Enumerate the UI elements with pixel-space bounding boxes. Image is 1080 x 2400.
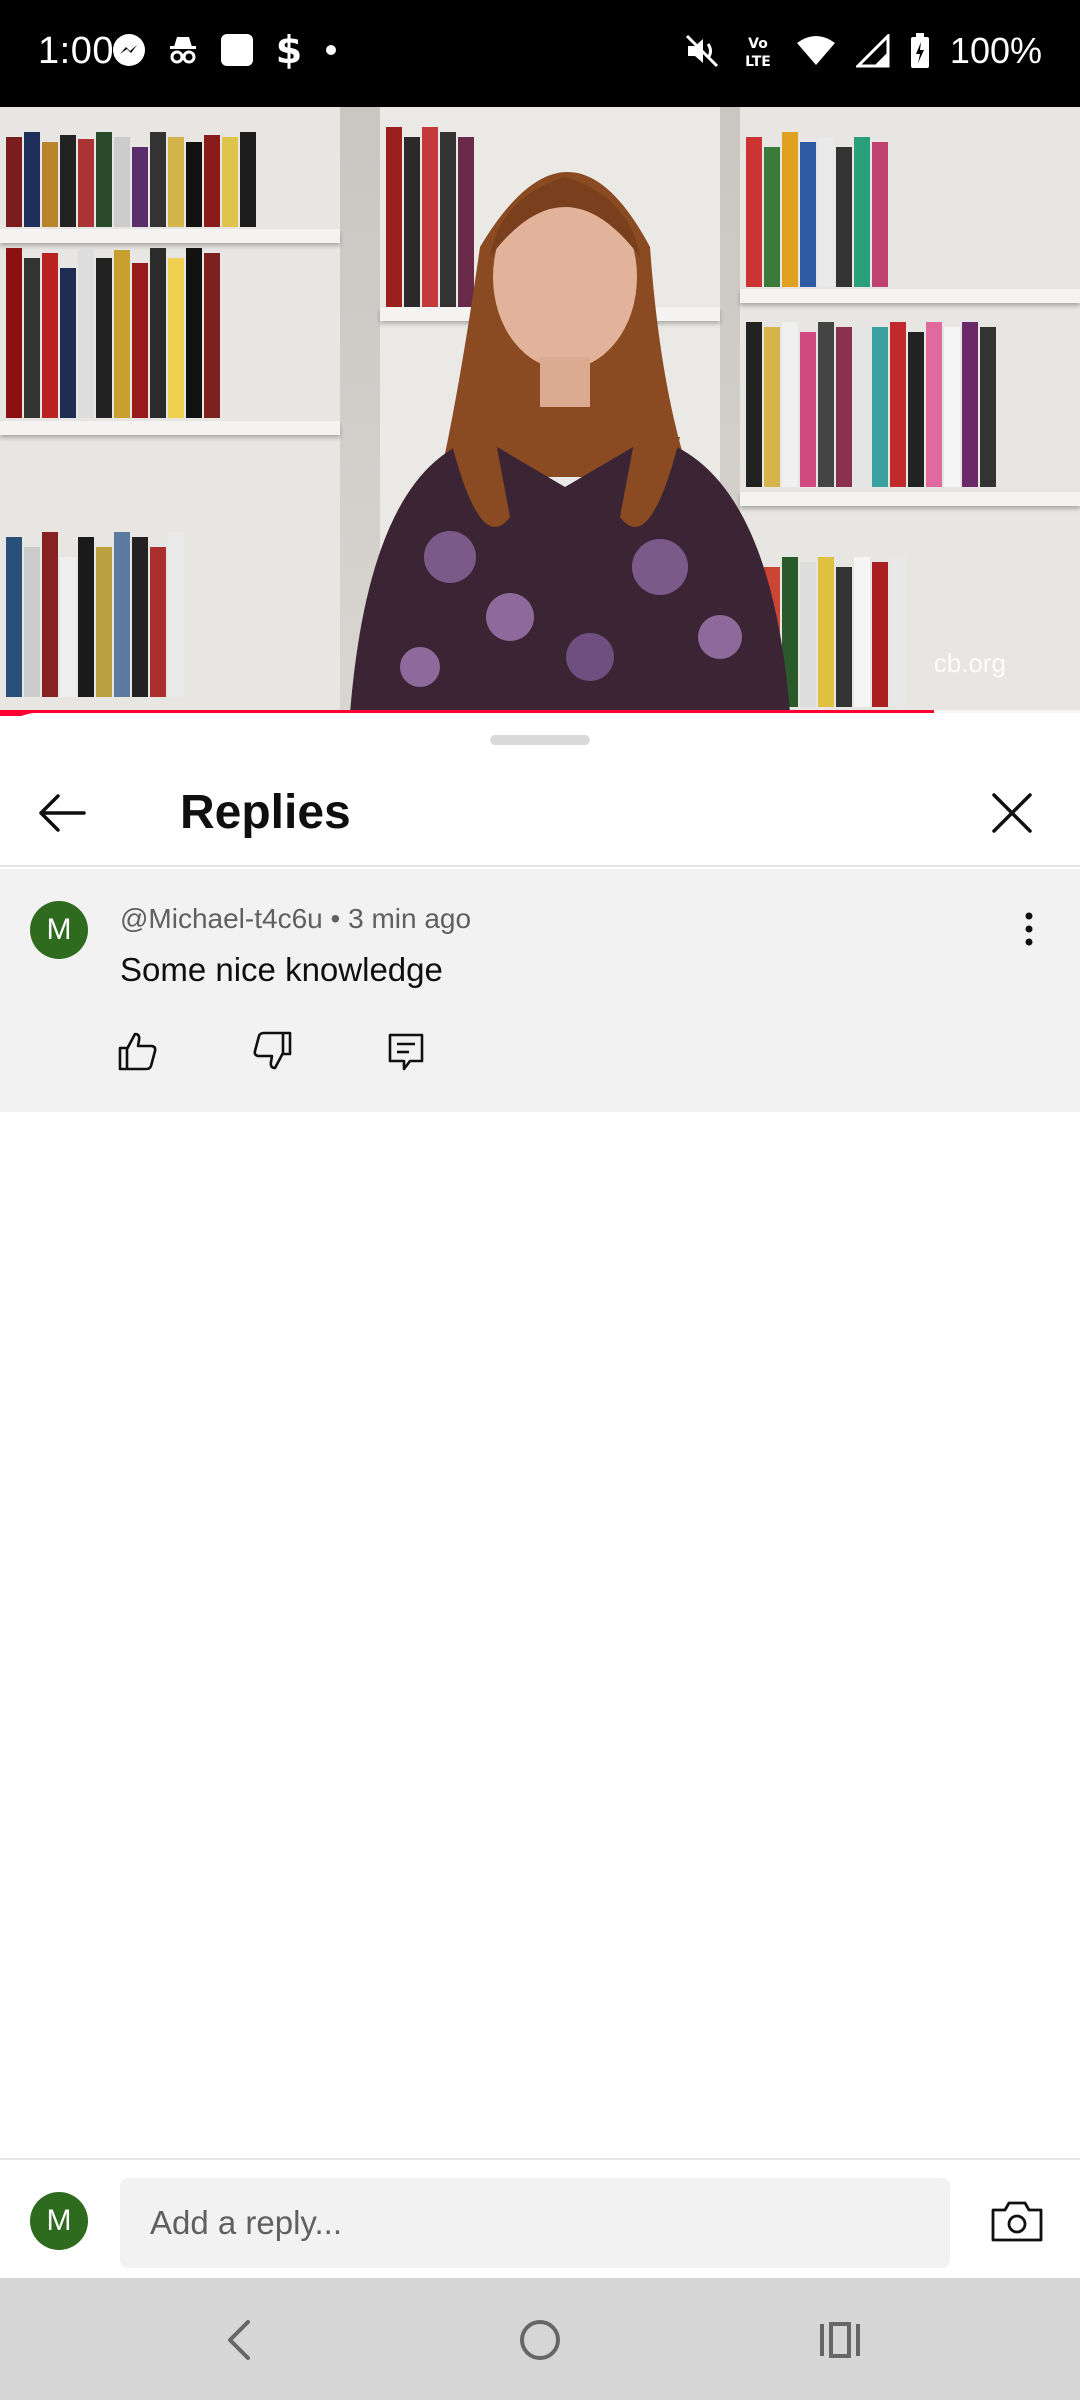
more-vert-icon (1025, 912, 1033, 946)
nav-recents-button[interactable] (812, 2312, 868, 2368)
dislike-button[interactable] (250, 1029, 294, 1073)
nav-home-button[interactable] (512, 2312, 568, 2368)
svg-text:$: $ (276, 30, 302, 70)
video-watermark: cb.org (933, 648, 1006, 678)
avatar-letter: M (46, 913, 72, 946)
sheet-title: Replies (180, 786, 351, 839)
video-player[interactable]: cb.org (0, 107, 1080, 713)
dot-icon (324, 43, 338, 57)
back-button[interactable] (30, 781, 94, 845)
comment-text: Some nice knowledge (120, 951, 443, 988)
home-circle-icon (520, 2320, 560, 2360)
nav-back-button[interactable] (212, 2312, 268, 2368)
arrow-left-icon (39, 794, 86, 832)
svg-text:Vo: Vo (748, 36, 768, 52)
mute-icon (684, 33, 720, 69)
user-avatar-letter: M (46, 2204, 72, 2237)
status-time: 1:00 (38, 30, 114, 72)
comment-time: 3 min ago (348, 903, 472, 934)
comment-reply-icon (388, 1033, 424, 1071)
bookshelf-left (0, 107, 340, 713)
system-icons: Vo LTE 100% (684, 30, 1042, 72)
square-app-icon (220, 33, 254, 67)
meta-separator: • (322, 903, 349, 934)
camera-button[interactable] (990, 2198, 1044, 2244)
chevron-left-icon (228, 2320, 250, 2360)
reply-input[interactable]: Add a reply... (120, 2178, 950, 2268)
comment-meta: @Michael-t4c6u • 3 min ago (120, 903, 471, 935)
drag-handle[interactable] (490, 735, 590, 745)
comment-author[interactable]: @Michael-t4c6u (120, 903, 323, 934)
incognito-icon (168, 33, 198, 67)
replies-sheet: Replies M @Michael-t4c6u • 3 min ago Som… (0, 713, 1080, 2278)
signal-icon (855, 34, 890, 68)
wifi-icon (796, 35, 836, 67)
volte-icon: Vo LTE (740, 32, 776, 70)
status-bar: 1:00 $ Vo LTE 100% (0, 0, 1080, 107)
reply-composer: M Add a reply... (0, 2158, 1080, 2278)
close-icon (992, 793, 1032, 833)
dollar-icon: $ (276, 30, 302, 70)
recents-icon (820, 2322, 860, 2358)
messenger-icon (112, 33, 146, 67)
avatar[interactable]: M (30, 901, 88, 959)
user-avatar: M (30, 2192, 88, 2250)
battery-icon (910, 33, 930, 69)
camera-icon (991, 2201, 1043, 2242)
close-button[interactable] (980, 781, 1044, 845)
more-options-button[interactable] (1018, 909, 1040, 949)
svg-text:LTE: LTE (745, 54, 771, 70)
reply-placeholder: Add a reply... (150, 2204, 342, 2241)
thumbs-up-icon (118, 1032, 157, 1071)
parent-comment: M @Michael-t4c6u • 3 min ago Some nice k… (0, 869, 1080, 1112)
presenter-figure (350, 172, 790, 713)
replies-header: Replies (0, 753, 1080, 867)
battery-percent: 100% (949, 30, 1042, 71)
comment-actions (116, 1029, 428, 1073)
reply-button[interactable] (384, 1029, 428, 1073)
thumbs-down-icon (253, 1031, 292, 1070)
notification-icons: $ (112, 30, 338, 70)
navigation-bar (0, 2278, 1080, 2400)
like-button[interactable] (116, 1029, 160, 1073)
